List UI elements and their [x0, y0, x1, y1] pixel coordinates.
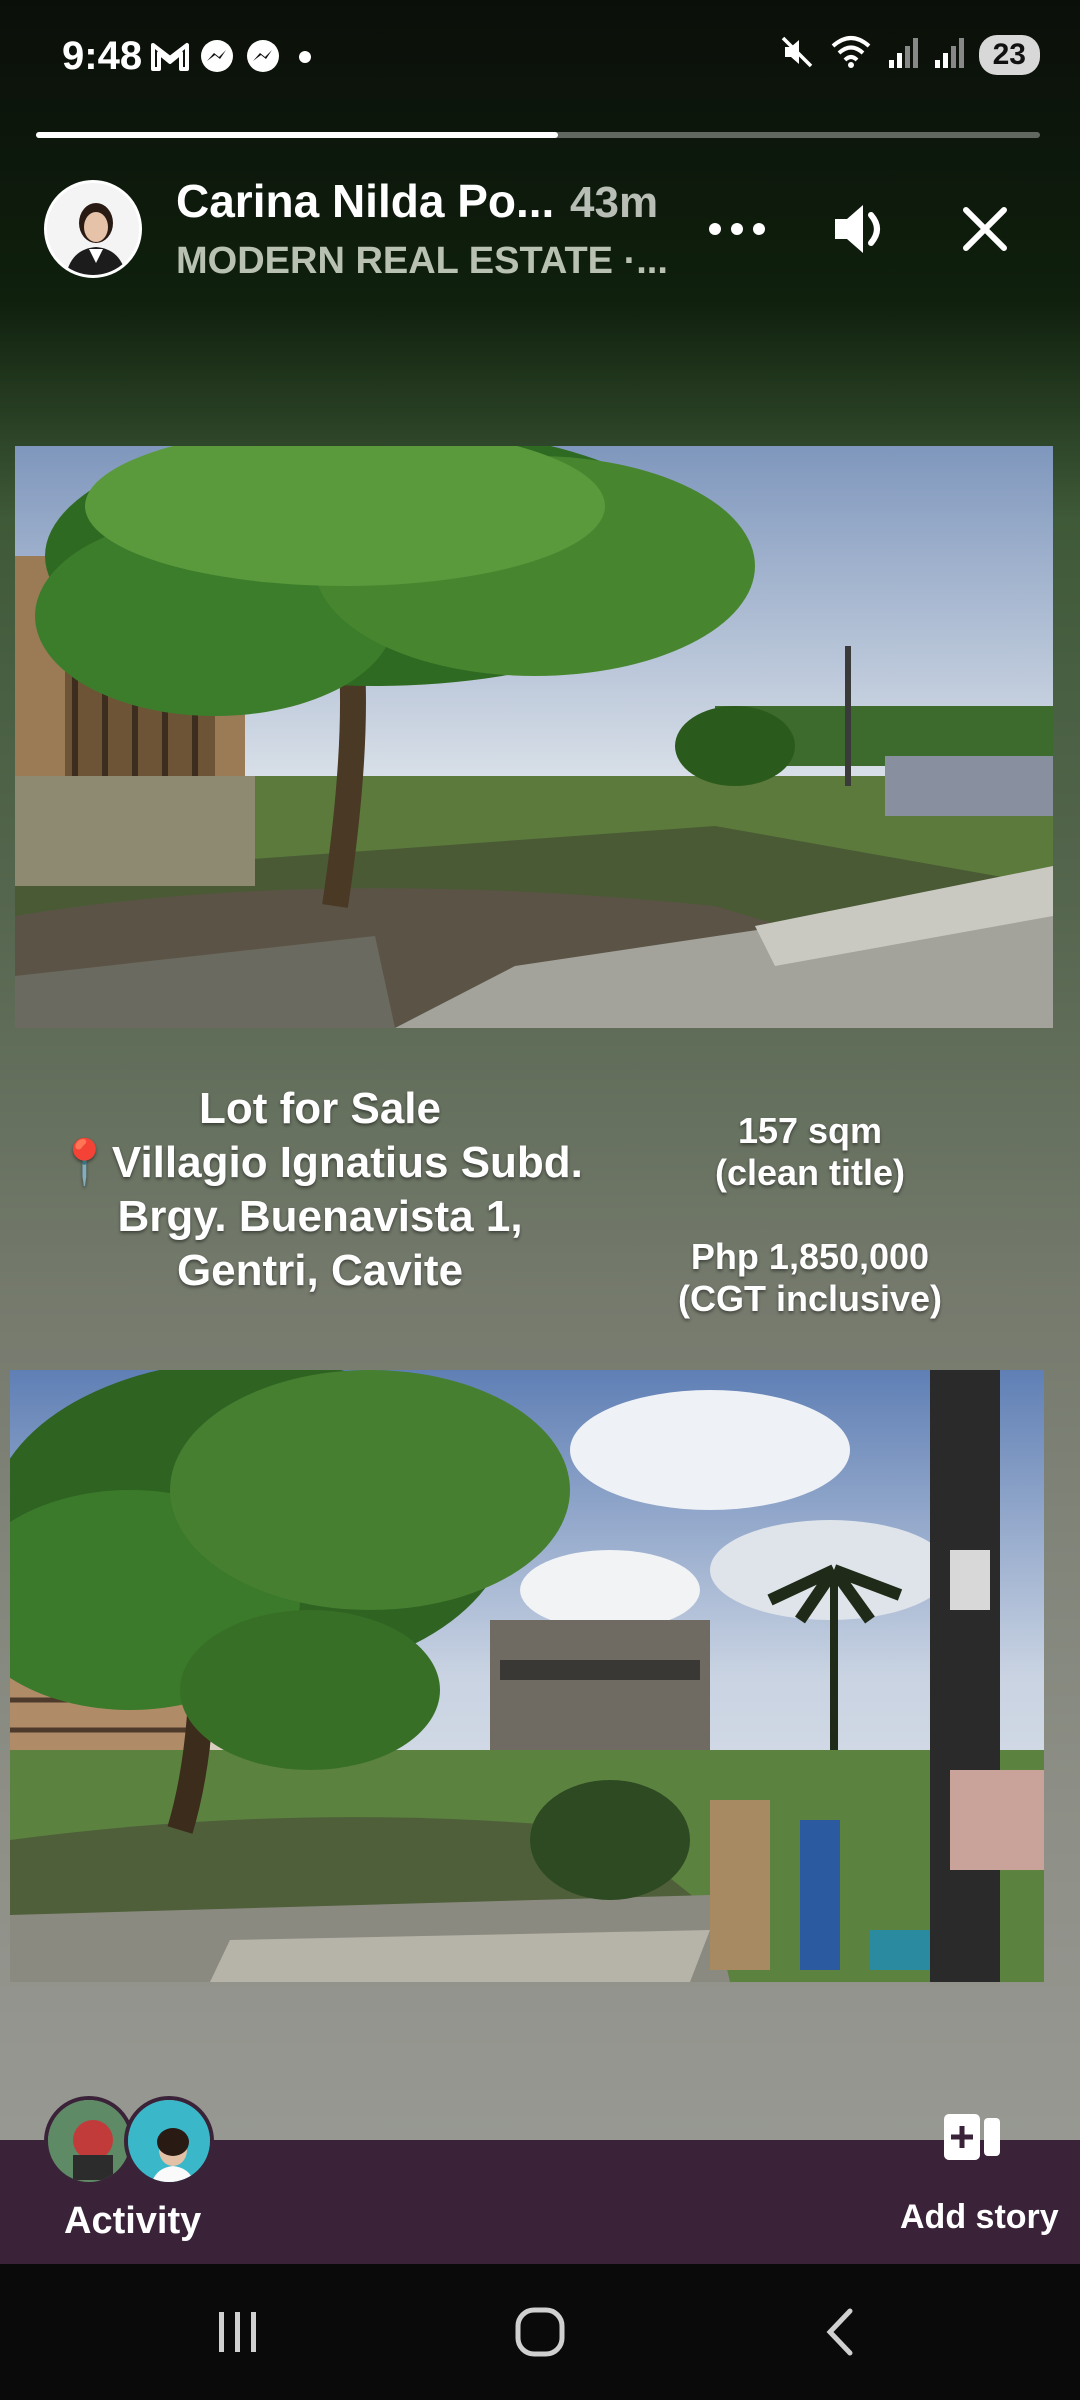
- wifi-icon: [829, 34, 873, 75]
- more-options-button[interactable]: [702, 196, 772, 266]
- story-progress-bar: [36, 132, 1040, 138]
- listing-price-note: (CGT inclusive): [677, 1278, 943, 1319]
- recents-button[interactable]: [198, 2304, 278, 2364]
- battery-indicator: 23: [978, 34, 1040, 75]
- story-page-name[interactable]: MODERN REAL ESTATE ·...: [176, 240, 668, 283]
- listing-title: Lot for Sale: [198, 1084, 442, 1133]
- location-pin-icon: 📍: [57, 1138, 112, 1187]
- signal-icon: [933, 34, 965, 75]
- listing-subdivision: Villagio Ignatius Subd.: [111, 1138, 583, 1187]
- home-button[interactable]: [500, 2304, 580, 2364]
- messenger-icon: [198, 38, 236, 76]
- recents-icon: [213, 2310, 263, 2359]
- add-story-button[interactable]: [944, 2112, 1002, 2167]
- activity-avatar[interactable]: [124, 2096, 214, 2186]
- gmail-icon: [150, 41, 190, 73]
- close-story-button[interactable]: [950, 196, 1020, 266]
- activity-avatar[interactable]: [44, 2096, 134, 2186]
- listing-area: 157 sqm: [737, 1110, 883, 1151]
- dot-icon: [290, 42, 320, 72]
- listing-specs: 157 sqm (clean title) Php 1,850,000 (CGT…: [640, 1110, 980, 1320]
- listing-title-status: (clean title): [714, 1152, 906, 1193]
- listing-barangay: Brgy. Buenavista 1,: [117, 1192, 523, 1241]
- mute-icon: [779, 34, 815, 75]
- status-bar: 9:48 23: [0, 0, 1080, 120]
- signal-icon: [887, 34, 919, 75]
- messenger-icon: [244, 38, 282, 76]
- listing-city: Gentri, Cavite: [176, 1246, 464, 1295]
- system-icons: 23: [779, 34, 1040, 75]
- listing-price: Php 1,850,000: [690, 1236, 930, 1277]
- story-elapsed-time: 43m: [570, 178, 659, 227]
- system-nav-bar: [0, 2264, 1080, 2400]
- more-icon: [707, 221, 767, 242]
- lot-photo-1: [15, 446, 1053, 1028]
- home-icon: [514, 2306, 566, 2363]
- back-icon: [820, 2307, 860, 2362]
- volume-icon: [831, 201, 891, 262]
- listing-subdivision-line: 📍Villagio Ignatius Subd.: [40, 1136, 600, 1190]
- author-avatar[interactable]: [44, 180, 142, 278]
- listing-details: Lot for Sale 📍Villagio Ignatius Subd. Br…: [40, 1082, 600, 1298]
- status-time: 9:48: [62, 34, 143, 78]
- back-button[interactable]: [800, 2304, 880, 2364]
- activity-label[interactable]: Activity: [64, 2200, 201, 2243]
- lot-photo-2: [10, 1370, 1044, 1982]
- add-story-icon: [944, 2114, 1002, 2166]
- story-progress-fill: [36, 132, 559, 138]
- close-icon: [962, 206, 1008, 257]
- story-author-name[interactable]: Carina Nilda Po...: [176, 174, 554, 228]
- volume-button[interactable]: [826, 196, 896, 266]
- add-story-label[interactable]: Add story: [900, 2198, 1059, 2237]
- notification-icons: [150, 38, 320, 76]
